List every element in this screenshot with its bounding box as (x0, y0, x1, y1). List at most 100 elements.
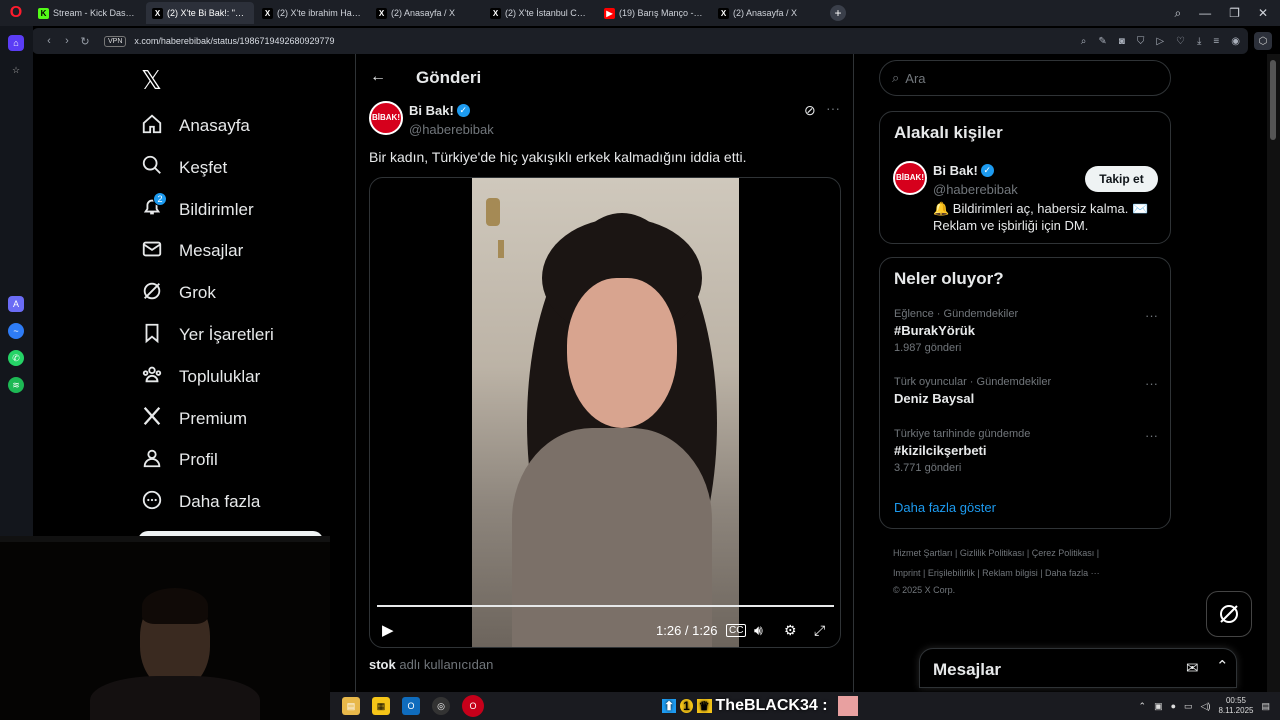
author-name[interactable]: Bi Bak! (409, 103, 454, 118)
scrollbar-thumb[interactable] (1270, 60, 1276, 140)
reload-icon[interactable]: ↻ (76, 35, 94, 48)
x-logo-icon[interactable]: 𝕏 (141, 66, 162, 96)
browser-tab[interactable]: X (2) Anasayfa / X (370, 2, 482, 24)
banner-emote-icon: 1 (680, 699, 693, 713)
video-attribution: stok adlı kullanıcıdan (369, 657, 493, 672)
store-icon[interactable]: ▦ (372, 697, 390, 715)
address-bar-tools: ⌕ ✎ ◙ ⛉ ▷ ♡ ⤓ ≡ ◉ (1081, 36, 1240, 47)
nav-item-bell[interactable]: 2 Bildirimler (141, 192, 254, 228)
browser-tab[interactable]: X (2) X'te Bi Bak!: "Bir kadın... (146, 2, 254, 24)
shield-icon[interactable]: ⛉ (1137, 36, 1145, 47)
back-nav-icon[interactable]: ‹ (40, 35, 58, 47)
window-controls: ⌕ — ❐ ✕ (1174, 0, 1268, 26)
footer-links-1[interactable]: Hizmet Şartları | Gizlilik Politikası | … (893, 548, 1099, 558)
trend-item[interactable]: Eğlence · Gündemdekiler #BurakYörük 1.987 … (894, 308, 1158, 354)
trend-item[interactable]: Türkiye tarihinde gündemde #kizilcikşerbe… (894, 428, 1158, 474)
nav-item-profile[interactable]: Profil (141, 442, 218, 478)
spotify-icon[interactable]: ≋ (8, 377, 24, 393)
file-explorer-icon[interactable]: ▤ (342, 697, 360, 715)
nav-item-more-circle[interactable]: Daha fazla (141, 484, 260, 520)
back-arrow-icon[interactable]: ← (370, 68, 386, 86)
related-handle[interactable]: @haberebibak (933, 182, 1018, 197)
clock[interactable]: 00:55 8.11.2025 (1218, 696, 1253, 716)
new-message-icon[interactable]: ✉ (1186, 659, 1199, 677)
follow-button[interactable]: Takip et (1085, 166, 1158, 192)
trend-more-icon[interactable]: ··· (1145, 308, 1158, 323)
related-name[interactable]: Bi Bak! (933, 163, 978, 178)
nav-item-home[interactable]: Anasayfa (141, 108, 250, 144)
nav-item-bookmark[interactable]: Yer İşaretleri (141, 317, 274, 353)
play-icon[interactable]: ▷ (1156, 36, 1164, 47)
video-progress-bar[interactable] (377, 605, 834, 607)
show-more-link[interactable]: Daha fazla göster (894, 500, 996, 515)
play-button[interactable]: ▶ (382, 621, 394, 639)
captions-icon[interactable]: CC (726, 623, 747, 637)
trend-more-icon[interactable]: ··· (1145, 428, 1158, 443)
grok-floating-button[interactable] (1206, 591, 1252, 637)
trend-more-icon[interactable]: ··· (1145, 376, 1158, 391)
fullscreen-icon[interactable]: ⤢ (814, 622, 825, 639)
volume-icon[interactable]: 🔊︎ (754, 622, 763, 639)
close-window-button[interactable]: ✕ (1258, 6, 1268, 20)
browser-tab[interactable]: K Stream - Kick Dashboard (32, 2, 144, 24)
page-title: Gönderi (416, 68, 482, 87)
profile-icon[interactable]: ◉ (1231, 36, 1240, 47)
video-frame (472, 178, 739, 647)
browser-tab[interactable]: X (2) X'te ibrahim Haskoloğlu... (256, 2, 368, 24)
related-avatar[interactable]: BİBAK! (893, 161, 927, 195)
grok-explain-icon[interactable]: ⊘ (804, 102, 816, 119)
home-sidebar-icon[interactable]: ⌂ (8, 35, 24, 51)
opera-taskbar-icon[interactable]: O (462, 695, 484, 717)
settings-icon[interactable]: ⚙ (784, 622, 797, 639)
browser-tab[interactable]: X (2) Anasayfa / X (712, 2, 820, 24)
tray-network-icon[interactable]: ▭ (1184, 701, 1193, 712)
nav-item-label: Grok (179, 283, 216, 303)
page-scrollbar[interactable] (1267, 54, 1280, 720)
tray-mic-icon[interactable]: ● (1171, 701, 1176, 711)
nav-item-communities[interactable]: Topluluklar (141, 359, 260, 395)
tray-chevron-icon[interactable]: ⌃ (1139, 701, 1147, 712)
zoom-icon[interactable]: ⌕ (1081, 36, 1087, 47)
aria-icon[interactable]: A (8, 296, 24, 312)
extensions-icon[interactable]: ⬡ (1254, 32, 1272, 50)
nav-item-mail[interactable]: Mesajlar (141, 233, 243, 269)
browser-tab[interactable]: X (2) X'te İstanbul Cumhuriyet... (484, 2, 596, 24)
nav-item-search[interactable]: Keşfet (141, 150, 227, 186)
nav-item-x-logo[interactable]: Premium (141, 401, 247, 437)
whatsapp-icon[interactable]: ✆ (8, 350, 24, 366)
vpn-badge[interactable]: VPN (104, 35, 127, 47)
footer-links-2[interactable]: Imprint | Erişilebilirlik | Reklam bilgi… (893, 568, 1100, 578)
obs-icon[interactable]: ◎ (432, 697, 450, 715)
new-tab-button[interactable]: + (830, 5, 846, 21)
tray-volume-icon[interactable]: ◁) (1201, 701, 1211, 712)
star-sidebar-icon[interactable]: ☆ (8, 62, 24, 78)
heart-icon[interactable]: ♡ (1176, 36, 1185, 47)
url-field[interactable]: x.com/haberebibak/status/198671949268092… (134, 36, 334, 46)
maximize-button[interactable]: ❐ (1229, 6, 1240, 20)
menu-icon[interactable]: ≡ (1213, 36, 1219, 47)
download-icon[interactable]: ⤓ (1197, 36, 1201, 47)
video-player[interactable]: ▶ 1:26 / 1:26 CC 🔊︎ ⚙ ⤢ (369, 177, 841, 648)
outlook-icon[interactable]: O (402, 697, 420, 715)
opera-logo-icon[interactable]: O (0, 0, 32, 26)
messages-dock[interactable]: Mesajlar ✉ ⌃ (919, 648, 1237, 688)
minimize-button[interactable]: — (1199, 6, 1211, 20)
more-options-icon[interactable]: ··· (826, 100, 840, 116)
nav-item-grok[interactable]: Grok (141, 275, 216, 311)
forward-nav-icon[interactable]: › (58, 35, 76, 47)
messenger-icon[interactable]: ~ (8, 323, 24, 339)
expand-icon[interactable]: ⌃ (1216, 657, 1229, 675)
author-handle[interactable]: @haberebibak (409, 122, 494, 137)
author-avatar[interactable]: BİBAK! (369, 101, 403, 135)
search-tabs-icon[interactable]: ⌕ (1174, 6, 1181, 21)
browser-tab[interactable]: ▶ (19) Barış Manço - Simsiyah... (598, 2, 710, 24)
webcam-more-icon[interactable]: ⋮ (328, 648, 330, 659)
attribution-user[interactable]: stok (369, 657, 396, 672)
edit-icon[interactable]: ✎ (1098, 36, 1106, 47)
camera-icon[interactable]: ◙ (1119, 36, 1125, 47)
search-input[interactable]: ⌕ Ara (879, 60, 1171, 96)
tab-title: Stream - Kick Dashboard (53, 8, 138, 18)
notification-icon[interactable]: ▤ (1261, 701, 1270, 712)
trend-item[interactable]: Türk oyuncular · Gündemdekiler Deniz Bays… (894, 376, 1158, 406)
tray-app-icon[interactable]: ▣ (1154, 701, 1163, 712)
